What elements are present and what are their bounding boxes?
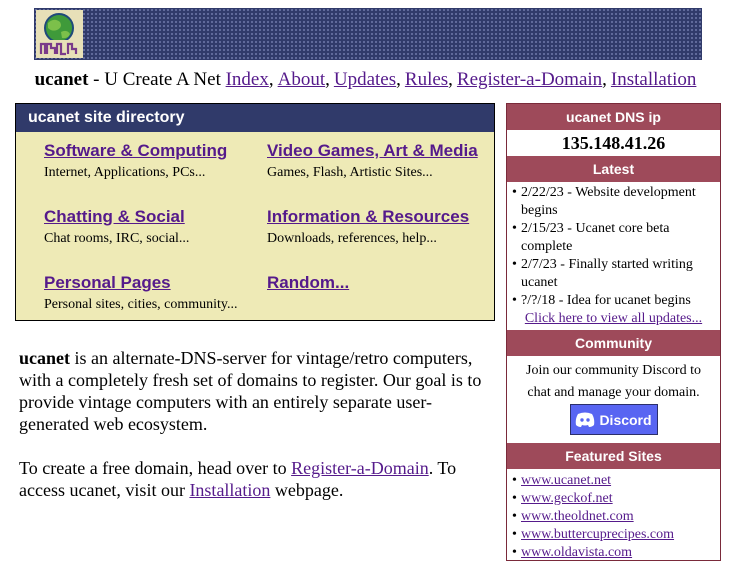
nav-separator: ,	[268, 69, 274, 90]
top-nav: ucanet - U Create A Net Index, About, Upda…	[0, 68, 731, 92]
featured-link[interactable]: www.buttercuprecipes.com	[521, 527, 674, 542]
category-desc: Internet, Applications, PCs...	[44, 165, 206, 180]
category-games: Video Games, Art & Media Games, Flash, A…	[267, 140, 487, 183]
tagline: - U Create A Net	[88, 69, 226, 90]
featured-link[interactable]: www.ucanet.net	[521, 473, 611, 488]
ucanet-logo[interactable]	[36, 10, 83, 58]
site-directory: ucanet site directory Software & Computi…	[15, 103, 495, 321]
featured-item: www.geckof.net	[512, 490, 714, 508]
register-domain-link[interactable]: Register-a-Domain	[291, 458, 429, 478]
featured-link[interactable]: www.oldavista.com	[521, 545, 632, 560]
discord-label: Discord	[599, 411, 652, 428]
nav-separator: ,	[602, 69, 607, 90]
intro-description: is an alternate-DNS-server for vintage/r…	[19, 348, 482, 434]
sidebar: ucanet DNS ip 135.148.41.26 Latest 2/22/…	[506, 103, 721, 562]
instructions-text: webpage.	[270, 480, 344, 500]
latest-list: 2/22/23 - Website development begins 2/1…	[507, 182, 720, 310]
nav-link-index[interactable]: Index	[226, 69, 269, 90]
latest-item: ?/?/18 - Idea for ucanet begins	[512, 292, 714, 310]
featured-item: www.oldavista.com	[512, 544, 714, 562]
globe-logo-icon	[36, 10, 83, 58]
nav-link-rules[interactable]: Rules	[405, 69, 448, 90]
nav-separator: ,	[325, 69, 330, 90]
latest-header: Latest	[507, 156, 720, 182]
featured-item: www.ucanet.net	[512, 472, 714, 490]
intro-text: ucanet is an alternate-DNS-server for vi…	[19, 347, 499, 523]
installation-link[interactable]: Installation	[189, 480, 270, 500]
category-link-chatting[interactable]: Chatting & Social	[44, 206, 264, 228]
featured-link[interactable]: www.geckof.net	[521, 491, 613, 506]
category-software: Software & Computing Internet, Applicati…	[44, 140, 264, 183]
featured-item: www.buttercuprecipes.com	[512, 526, 714, 544]
instructions-paragraph: To create a free domain, head over to Re…	[19, 457, 499, 501]
featured-header: Featured Sites	[507, 443, 720, 469]
category-information: Information & Resources Downloads, refer…	[267, 206, 487, 249]
category-random: Random...	[267, 272, 487, 294]
category-desc: Games, Flash, Artistic Sites...	[267, 165, 433, 180]
dns-ip-value: 135.148.41.26	[561, 133, 666, 153]
instructions-text: To create a free domain, head over to	[19, 458, 292, 478]
nav-link-register[interactable]: Register-a-Domain	[457, 69, 602, 90]
site-banner	[34, 8, 702, 60]
category-link-software[interactable]: Software & Computing	[44, 140, 264, 162]
category-link-random[interactable]: Random...	[267, 272, 487, 294]
category-link-personal[interactable]: Personal Pages	[44, 272, 264, 294]
view-all-updates-link[interactable]: Click here to view all updates...	[507, 310, 720, 328]
intro-brand: ucanet	[19, 348, 70, 368]
category-link-information[interactable]: Information & Resources	[267, 206, 487, 228]
category-desc: Personal sites, cities, community...	[44, 297, 238, 312]
nav-link-updates[interactable]: Updates	[334, 69, 396, 90]
category-link-games[interactable]: Video Games, Art & Media	[267, 140, 487, 162]
dns-header: ucanet DNS ip	[507, 104, 720, 130]
nav-link-about[interactable]: About	[278, 69, 326, 90]
featured-list: www.ucanet.net www.geckof.net www.theold…	[507, 469, 720, 562]
brand-name: ucanet	[34, 69, 89, 90]
category-personal: Personal Pages Personal sites, cities, c…	[44, 272, 264, 315]
discord-button[interactable]: Discord	[569, 404, 658, 435]
directory-title: ucanet site directory	[16, 104, 494, 132]
category-desc: Downloads, references, help...	[267, 231, 437, 246]
community-header: Community	[507, 330, 720, 356]
category-desc: Chat rooms, IRC, social...	[44, 231, 190, 246]
community-text: Join our community Discord to chat and m…	[526, 363, 701, 400]
nav-separator: ,	[448, 69, 453, 90]
intro-paragraph: ucanet is an alternate-DNS-server for vi…	[19, 347, 499, 435]
latest-item: 2/22/23 - Website development begins	[512, 184, 714, 220]
latest-item: 2/15/23 - Ucanet core beta complete	[512, 220, 714, 256]
nav-link-installation[interactable]: Installation	[611, 69, 696, 90]
latest-item: 2/7/23 - Finally started writing ucanet	[512, 256, 714, 292]
nav-separator: ,	[396, 69, 401, 90]
featured-link[interactable]: www.theoldnet.com	[521, 509, 634, 524]
featured-item: www.theoldnet.com	[512, 508, 714, 526]
category-chatting: Chatting & Social Chat rooms, IRC, socia…	[44, 206, 264, 249]
discord-icon	[576, 412, 595, 427]
